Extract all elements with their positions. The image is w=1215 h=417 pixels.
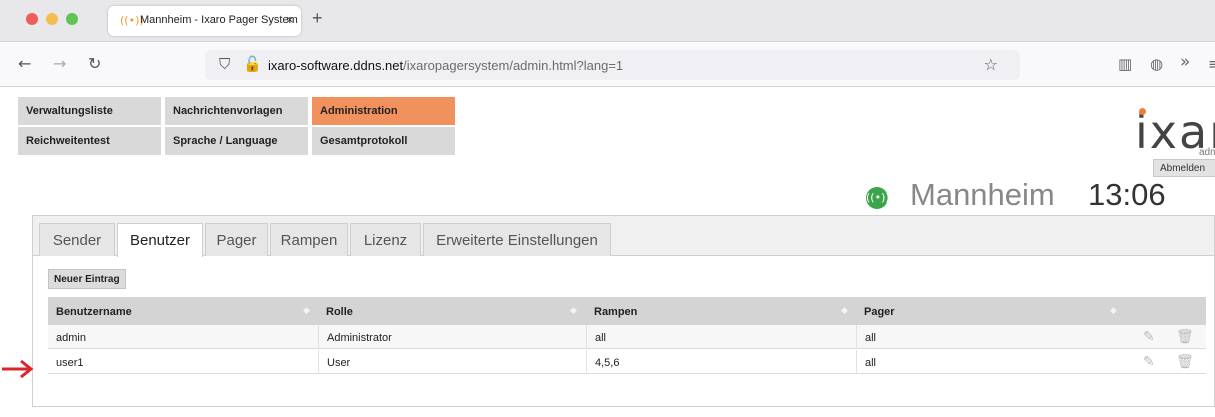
- cell-pager: all: [856, 325, 1126, 349]
- column-header-pager[interactable]: Pager: [856, 297, 1126, 325]
- forward-button[interactable]: →: [53, 54, 66, 73]
- delete-icon[interactable]: 🗑: [1176, 354, 1194, 370]
- browser-navbar: ← → ↻ ⛉ 🔓 ixaro-software.ddns.net/ixarop…: [0, 43, 1215, 87]
- tab-rampen[interactable]: Rampen: [270, 223, 348, 256]
- menu-item-gesamtprotokoll[interactable]: Gesamtprotokoll: [312, 127, 455, 155]
- new-tab-button[interactable]: +: [312, 8, 323, 29]
- cell-ramps: 4,5,6: [586, 350, 856, 374]
- tab-close-icon[interactable]: ×: [286, 12, 294, 27]
- reader-view-icon[interactable]: ▥: [1118, 55, 1132, 73]
- tab-benutzer[interactable]: Benutzer: [117, 223, 203, 257]
- new-entry-button[interactable]: Neuer Eintrag: [48, 269, 126, 289]
- tab-sender[interactable]: Sender: [39, 223, 115, 256]
- app-page: Verwaltungsliste Nachrichtenvorlagen Adm…: [18, 97, 1215, 417]
- extension-icon[interactable]: ◍: [1150, 55, 1163, 73]
- back-button[interactable]: ←: [18, 54, 31, 73]
- zoom-window-button[interactable]: [66, 13, 78, 25]
- cell-username: user1: [56, 357, 84, 369]
- minimize-window-button[interactable]: [46, 13, 58, 25]
- station-name: Mannheim: [910, 177, 1055, 212]
- browser-tab[interactable]: ((•)) Mannheim - Ixaro Pager System ×: [108, 6, 301, 36]
- cell-username: admin: [56, 332, 86, 344]
- shield-icon[interactable]: ⛉: [219, 55, 230, 73]
- overflow-chevron-icon[interactable]: »: [1180, 52, 1190, 72]
- column-header-rolle[interactable]: Rolle: [318, 297, 586, 325]
- admin-panel: Sender Benutzer Pager Rampen Lizenz Erwe…: [32, 215, 1215, 407]
- menu-item-reichweitentest[interactable]: Reichweitentest: [18, 127, 161, 155]
- tab-erweiterte-einstellungen[interactable]: Erweiterte Einstellungen: [423, 223, 611, 256]
- insecure-lock-icon[interactable]: 🔓: [243, 55, 262, 73]
- logout-button[interactable]: Abmelden: [1153, 159, 1215, 177]
- tab-pager[interactable]: Pager: [205, 223, 268, 256]
- cell-role: Administrator: [318, 325, 586, 349]
- browser-tab-strip: ((•)) Mannheim - Ixaro Pager System × +: [0, 0, 1215, 42]
- column-header-rampen[interactable]: Rampen: [586, 297, 856, 325]
- edit-icon[interactable]: ✎: [1143, 354, 1155, 370]
- menu-icon[interactable]: ≡: [1208, 55, 1215, 73]
- sort-icon[interactable]: ◆: [841, 306, 848, 316]
- station-time: 13:06: [1088, 177, 1166, 212]
- edit-icon[interactable]: ✎: [1143, 329, 1155, 345]
- sort-icon[interactable]: ◆: [570, 306, 577, 316]
- cell-ramps: all: [586, 325, 856, 349]
- sort-icon[interactable]: ◆: [1110, 306, 1117, 316]
- cell-role: User: [318, 350, 586, 374]
- address-bar[interactable]: ⛉ 🔓 ixaro-software.ddns.net/ixaropagersy…: [205, 50, 1020, 80]
- menu-item-verwaltungsliste[interactable]: Verwaltungsliste: [18, 97, 161, 125]
- signal-icon: ((•)): [866, 187, 890, 209]
- table-header: Benutzername ◆ Rolle ◆ Rampen ◆ Pager ◆: [48, 297, 1206, 325]
- menu-item-administration[interactable]: Administration: [312, 97, 455, 125]
- cell-pager: all: [856, 350, 1126, 374]
- delete-icon[interactable]: 🗑: [1176, 329, 1194, 345]
- reload-button[interactable]: ↻: [88, 54, 101, 73]
- red-arrow-annotation: [2, 359, 34, 379]
- column-header-benutzername[interactable]: Benutzername: [48, 297, 318, 325]
- menu-item-nachrichtenvorlagen[interactable]: Nachrichtenvorlagen: [165, 97, 308, 125]
- admin-tabs: Sender Benutzer Pager Rampen Lizenz Erwe…: [33, 216, 1214, 257]
- table-row[interactable]: admin Administrator all all ✎ 🗑: [48, 325, 1206, 349]
- table-row[interactable]: user1 User 4,5,6 all ✎ 🗑: [48, 350, 1206, 374]
- close-window-button[interactable]: [26, 13, 38, 25]
- sort-icon[interactable]: ◆: [303, 306, 310, 316]
- menu-item-sprache[interactable]: Sprache / Language: [165, 127, 308, 155]
- tab-lizenz[interactable]: Lizenz: [350, 223, 421, 256]
- logo-dot: [1139, 108, 1146, 115]
- browser-tab-title: Mannheim - Ixaro Pager System: [140, 14, 298, 26]
- bookmark-star-icon[interactable]: ☆: [984, 55, 998, 74]
- url-text[interactable]: ixaro-software.ddns.net/ixaropagersystem…: [268, 58, 623, 73]
- user-role-label: admi: [1199, 147, 1215, 158]
